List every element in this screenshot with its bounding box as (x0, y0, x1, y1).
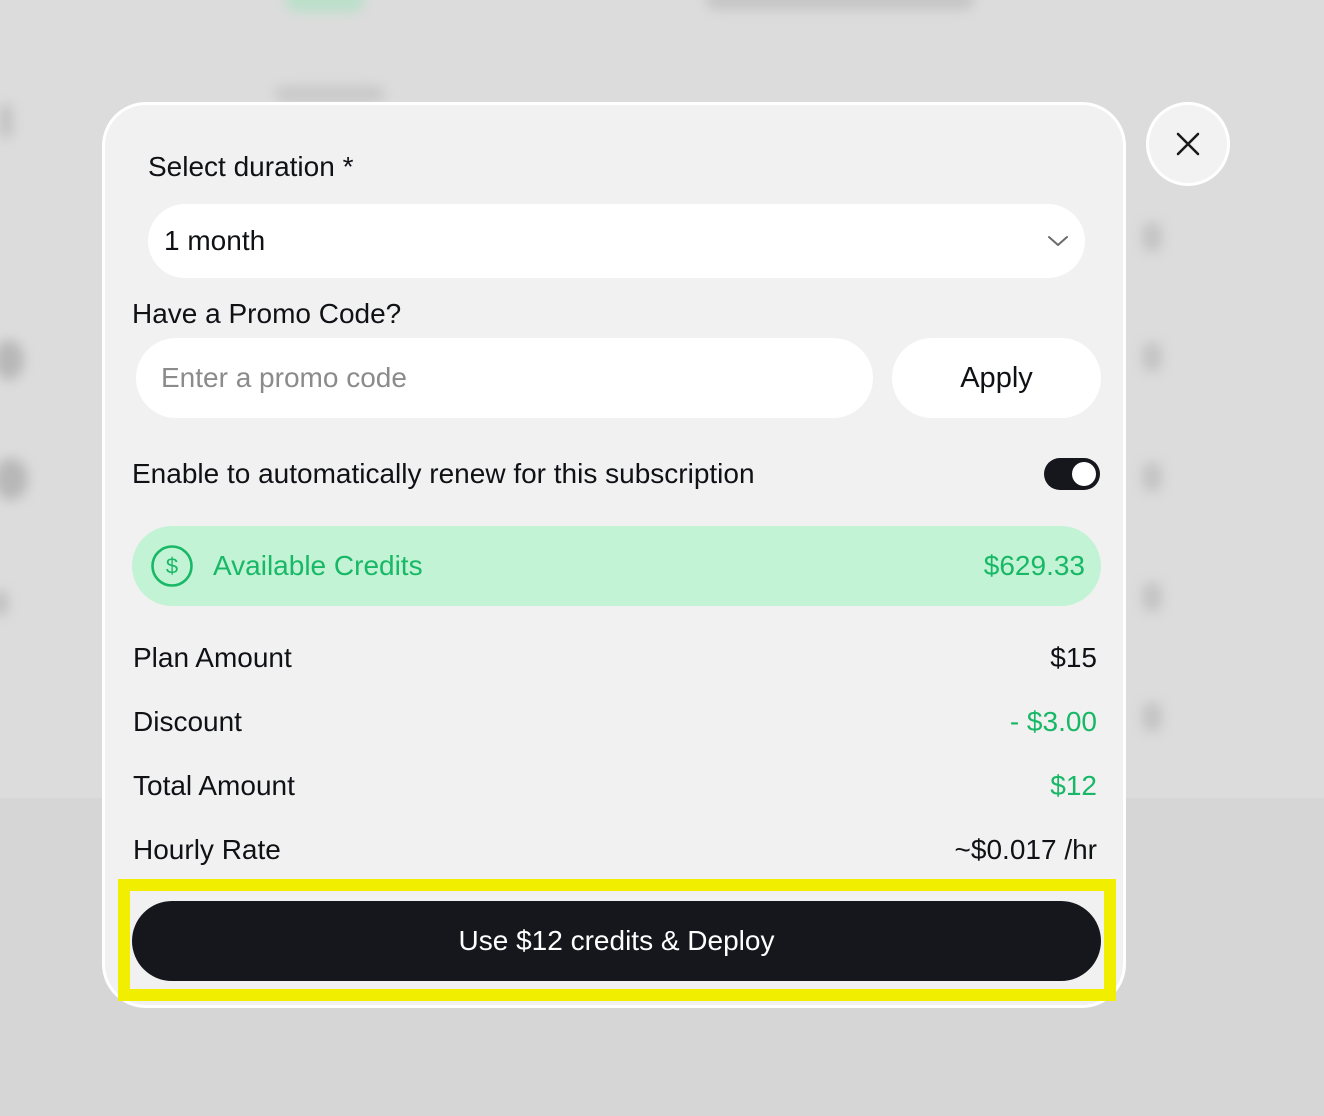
available-credits-label: Available Credits (213, 550, 423, 581)
discount-label: Discount (133, 706, 242, 737)
hourly-rate-label: Hourly Rate (133, 834, 281, 865)
available-credits-value: $629.33 (983, 550, 1085, 581)
available-credits-banner: $ Available Credits $629.33 (132, 526, 1101, 606)
background-row-icon (1142, 462, 1162, 492)
background-icon (0, 458, 28, 500)
discount-value: - $3.00 (1009, 706, 1097, 737)
total-amount-value: $12 (1050, 770, 1097, 801)
hourly-rate-value: ~$0.017 /hr (954, 834, 1097, 865)
background-icon (0, 590, 8, 616)
background-row-icon (1142, 702, 1162, 732)
background-icon (0, 104, 12, 138)
subscription-modal: Select duration * 1 month Have a Promo C… (102, 102, 1126, 1008)
background-row-icon (1142, 342, 1162, 372)
plan-amount-value: $15 (1050, 642, 1097, 673)
promo-code-input[interactable] (136, 338, 873, 418)
background-row-icon (1142, 582, 1162, 612)
background-status-pill (285, 0, 365, 12)
apply-promo-button[interactable]: Apply (892, 338, 1101, 418)
auto-renew-label: Enable to automatically renew for this s… (132, 458, 755, 489)
dollar-circle-icon: $ (151, 545, 193, 587)
close-icon (1176, 132, 1200, 156)
svg-text:$: $ (166, 554, 178, 579)
duration-select[interactable]: 1 month (148, 204, 1085, 278)
plan-amount-label: Plan Amount (133, 642, 292, 673)
background-icon (0, 340, 24, 380)
auto-renew-toggle[interactable] (1044, 458, 1100, 490)
background-text (275, 86, 385, 102)
background-text (705, 0, 975, 10)
promo-code-label: Have a Promo Code? (132, 298, 402, 329)
deploy-button[interactable]: Use $12 credits & Deploy (132, 901, 1101, 981)
background-row-icon (1142, 222, 1162, 252)
duration-selected-value: 1 month (164, 225, 266, 256)
toggle-knob (1072, 462, 1096, 486)
total-amount-label: Total Amount (133, 770, 295, 801)
chevron-down-icon (1048, 236, 1068, 246)
close-button[interactable] (1146, 102, 1230, 186)
duration-label: Select duration * (148, 151, 354, 182)
